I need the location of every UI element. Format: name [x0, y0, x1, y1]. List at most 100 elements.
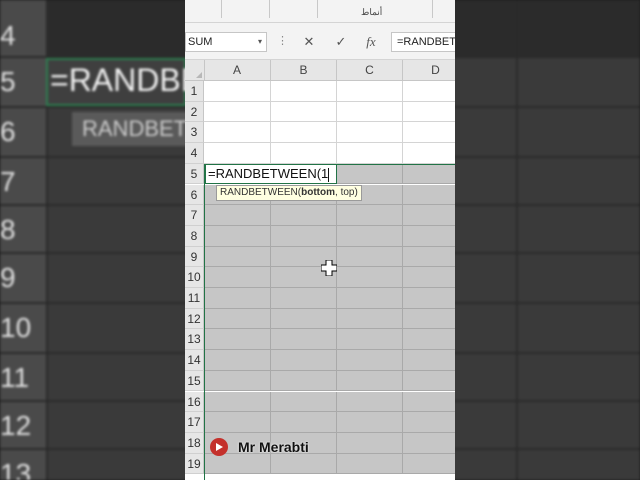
column-header-d[interactable]: D — [403, 60, 455, 80]
cell[interactable] — [204, 288, 271, 309]
cell[interactable] — [271, 225, 337, 247]
select-all-button[interactable] — [185, 60, 205, 80]
cell[interactable] — [337, 453, 403, 475]
row-header[interactable]: 2 — [185, 101, 204, 123]
cancel-icon[interactable]: ✕ — [299, 32, 319, 52]
more-icon[interactable]: ⋮ — [277, 34, 288, 47]
cell[interactable] — [403, 370, 455, 392]
row-header[interactable]: 5 — [185, 163, 204, 185]
column-header-a[interactable]: A — [204, 60, 271, 80]
row-header[interactable]: 11 — [185, 288, 204, 309]
row-header[interactable]: 15 — [185, 370, 204, 392]
row-header[interactable]: 10 — [185, 267, 204, 288]
row-header[interactable]: 19 — [185, 453, 204, 475]
chevron-down-icon[interactable]: ▾ — [258, 33, 262, 51]
row-header[interactable]: 8 — [185, 225, 204, 247]
row-header[interactable]: 1 — [185, 81, 204, 102]
cell[interactable] — [403, 184, 455, 206]
cell[interactable] — [337, 101, 403, 123]
insert-function-icon[interactable]: fx — [361, 32, 381, 52]
column-header-c[interactable]: C — [337, 60, 403, 80]
cell[interactable] — [337, 122, 403, 144]
cell[interactable] — [204, 267, 271, 288]
cell[interactable] — [204, 81, 271, 102]
cell[interactable] — [403, 432, 455, 454]
cell[interactable] — [403, 122, 455, 144]
cell[interactable] — [204, 412, 271, 433]
row-header[interactable]: 4 — [185, 143, 204, 164]
cell[interactable] — [204, 246, 271, 268]
cell[interactable] — [204, 391, 271, 413]
cell[interactable] — [403, 143, 455, 164]
cell[interactable] — [271, 81, 337, 102]
cell[interactable] — [337, 205, 403, 226]
cell[interactable] — [403, 308, 455, 330]
row-header[interactable]: 12 — [185, 308, 204, 330]
cell[interactable] — [204, 101, 271, 123]
row-header[interactable]: 3 — [185, 122, 204, 144]
cell[interactable] — [337, 163, 403, 185]
cell[interactable] — [271, 143, 337, 164]
background-row-number: 9 — [0, 262, 16, 293]
row-header[interactable]: 14 — [185, 350, 204, 371]
cell[interactable] — [204, 350, 271, 371]
row-header[interactable]: 9 — [185, 246, 204, 268]
cell[interactable] — [204, 308, 271, 330]
cell[interactable] — [337, 225, 403, 247]
cell[interactable] — [403, 246, 455, 268]
cell[interactable] — [337, 288, 403, 309]
function-tooltip[interactable]: RANDBETWEEN(bottom, top) — [216, 185, 362, 201]
name-box[interactable]: SUM ▾ — [185, 32, 267, 52]
enter-icon[interactable]: ✓ — [331, 32, 351, 52]
row-header[interactable]: 17 — [185, 412, 204, 433]
cell[interactable] — [337, 308, 403, 330]
cell[interactable] — [403, 453, 455, 475]
cell[interactable] — [271, 370, 337, 392]
cell[interactable] — [403, 205, 455, 226]
cell[interactable] — [403, 412, 455, 433]
cell[interactable] — [204, 143, 271, 164]
cell[interactable] — [271, 205, 337, 226]
cell[interactable] — [271, 308, 337, 330]
cell[interactable] — [337, 412, 403, 433]
row-header[interactable]: 13 — [185, 329, 204, 351]
active-cell-editor[interactable]: =RANDBETWEEN(1 — [205, 164, 337, 184]
cell[interactable] — [271, 350, 337, 371]
cell[interactable] — [337, 391, 403, 413]
cell[interactable] — [403, 391, 455, 413]
cell[interactable] — [337, 370, 403, 392]
cell[interactable] — [271, 412, 337, 433]
cell[interactable] — [337, 81, 403, 102]
cell[interactable] — [337, 267, 403, 288]
cell[interactable] — [337, 246, 403, 268]
cell[interactable] — [337, 329, 403, 351]
formula-input[interactable]: =RANDBETWEEN(1 — [391, 32, 455, 52]
cell[interactable] — [204, 370, 271, 392]
cell[interactable] — [271, 101, 337, 123]
cell[interactable] — [403, 267, 455, 288]
cell[interactable] — [403, 81, 455, 102]
cell[interactable] — [403, 102, 455, 123]
row-header[interactable]: 7 — [185, 205, 204, 226]
cell[interactable] — [337, 432, 403, 454]
cell[interactable] — [337, 350, 403, 371]
cell[interactable] — [271, 122, 337, 144]
cell[interactable] — [204, 225, 271, 247]
cell[interactable] — [403, 225, 455, 247]
cell[interactable] — [271, 288, 337, 309]
row-header[interactable]: 18 — [185, 432, 204, 454]
row-header[interactable]: 16 — [185, 391, 204, 413]
cell[interactable] — [403, 350, 455, 371]
row-header[interactable]: 6 — [185, 184, 204, 206]
cell-grid[interactable]: 1 2 3 4 5 6 7 8 9 10 11 12 13 14 15 16 17 18 19 — [185, 81, 455, 480]
cell[interactable] — [337, 143, 403, 164]
cell[interactable] — [204, 205, 271, 226]
cell[interactable] — [204, 122, 271, 144]
cell[interactable] — [403, 288, 455, 309]
cell[interactable] — [204, 329, 271, 351]
cell[interactable] — [403, 329, 455, 351]
cell[interactable] — [271, 391, 337, 413]
cell[interactable] — [403, 163, 455, 185]
cell[interactable] — [271, 329, 337, 351]
column-header-b[interactable]: B — [271, 60, 337, 80]
